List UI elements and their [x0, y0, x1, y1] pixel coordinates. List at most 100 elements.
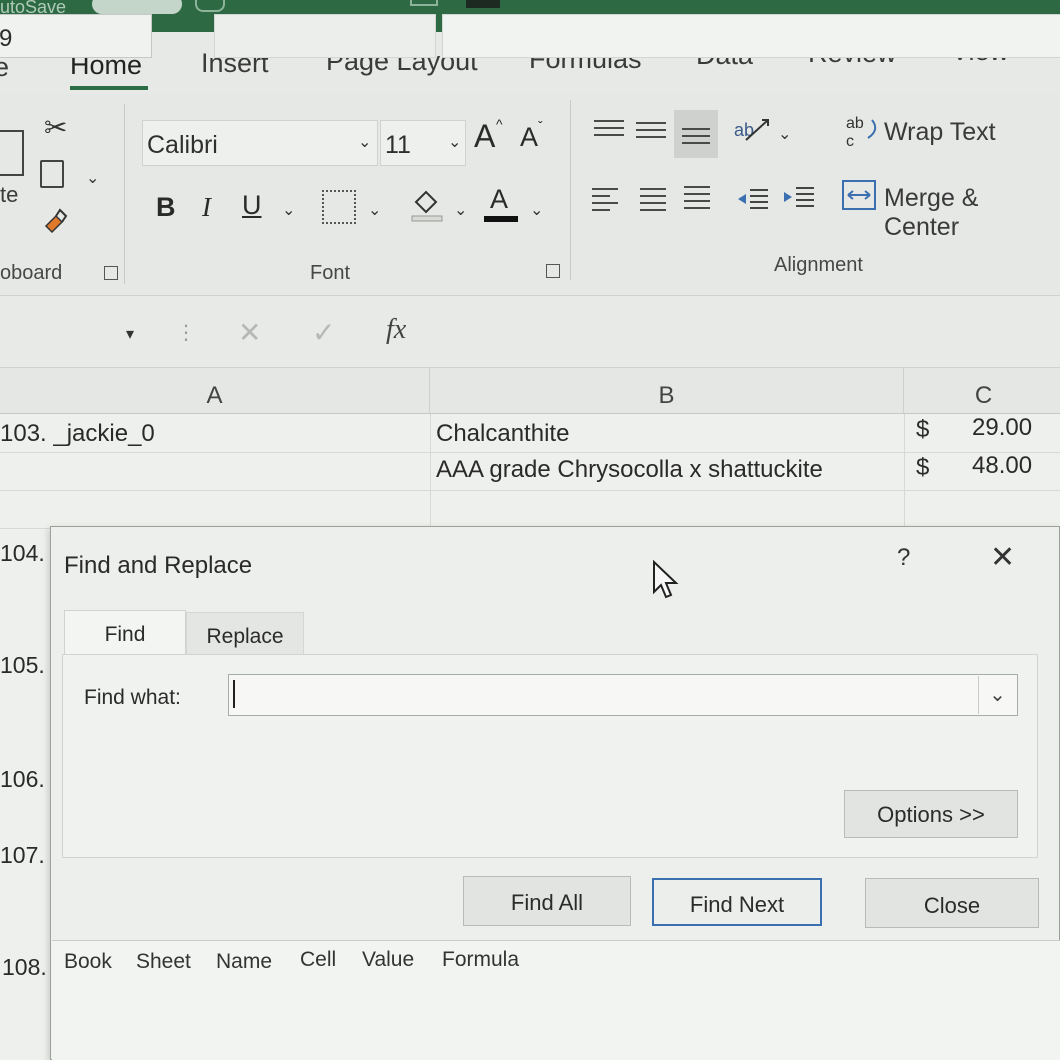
name-box-chevron-down-icon[interactable]: ▾	[126, 324, 134, 344]
column-header-b[interactable]: B	[430, 368, 904, 414]
middle-align-icon[interactable]	[636, 122, 666, 143]
row-label: 104.	[0, 540, 45, 566]
svg-text:ab: ab	[846, 115, 864, 132]
cell-b1[interactable]: Chalcanthite	[436, 420, 569, 448]
font-size-chevron-down-icon[interactable]: ⌄	[448, 132, 461, 152]
active-tab-indicator	[70, 86, 148, 90]
paste-label: te	[0, 182, 19, 207]
mouse-pointer-icon	[652, 559, 680, 605]
italic-button[interactable]: I	[202, 192, 211, 223]
ribbon-separator	[124, 104, 125, 284]
confirm-entry-icon[interactable]: ✓	[312, 316, 335, 349]
tab-replace[interactable]: Replace	[186, 612, 304, 656]
cell-c1-currency: $	[916, 416, 930, 443]
find-all-button[interactable]: Find All	[463, 876, 631, 926]
grow-font-icon[interactable]: A	[474, 118, 495, 155]
fill-color-chevron-down-icon[interactable]: ⌄	[454, 200, 467, 220]
copy-icon[interactable]	[40, 160, 64, 188]
name-box[interactable]: 9	[0, 14, 152, 58]
find-what-chevron-down-icon[interactable]: ⌄	[978, 676, 1016, 714]
decrease-indent-icon[interactable]	[736, 184, 770, 214]
find-what-label: Find what:	[84, 686, 181, 709]
shrink-font-caret-icon: ˇ	[538, 118, 543, 134]
svg-text:ab: ab	[734, 120, 754, 140]
fill-color-icon[interactable]	[410, 186, 444, 222]
column-header-c[interactable]: C	[904, 368, 1060, 414]
column-gridline	[430, 414, 431, 534]
font-group-label: Font	[310, 262, 351, 284]
results-column-value[interactable]: Value	[362, 948, 414, 972]
results-column-book[interactable]: Book	[64, 950, 112, 974]
row-label: 105.	[0, 652, 45, 678]
cancel-entry-icon[interactable]: ✕	[238, 316, 261, 349]
column-header-a[interactable]: A	[0, 368, 430, 414]
cell-c1[interactable]: 29.00	[972, 414, 1032, 442]
wrap-text-button[interactable]: Wrap Text	[884, 118, 996, 147]
shrink-font-icon[interactable]: A	[520, 122, 538, 153]
bold-button[interactable]: B	[156, 192, 176, 223]
cell-c2[interactable]: 48.00	[972, 452, 1032, 480]
insert-function-icon[interactable]: fx	[386, 314, 406, 346]
font-color-chevron-down-icon[interactable]: ⌄	[530, 200, 543, 220]
row-gridline	[0, 490, 1060, 491]
font-color-swatch	[484, 216, 518, 222]
results-column-name[interactable]: Name	[216, 950, 272, 974]
font-name-chevron-down-icon[interactable]: ⌄	[358, 132, 371, 152]
alignment-group-label: Alignment	[774, 254, 863, 276]
autosave-label: utoSave	[0, 0, 67, 17]
top-align-icon[interactable]	[594, 120, 624, 141]
name-box-value: 9	[0, 25, 13, 52]
formula-bar	[0, 296, 1060, 368]
orientation-chevron-down-icon[interactable]: ⌄	[778, 124, 791, 144]
close-button[interactable]: Close	[865, 878, 1039, 928]
cell-c2-currency: $	[916, 454, 930, 481]
close-icon[interactable]: ✕	[990, 540, 1015, 575]
cell-a1[interactable]: 103. _jackie_0	[0, 420, 155, 448]
clipboard-group-label: oboard	[0, 262, 63, 284]
results-column-formula[interactable]: Formula	[442, 948, 519, 972]
bottom-align-button[interactable]	[674, 110, 718, 158]
merge-center-icon[interactable]	[842, 180, 876, 210]
increase-indent-icon[interactable]	[782, 182, 816, 212]
results-list[interactable]	[52, 940, 1060, 1060]
underline-button[interactable]: U	[242, 190, 262, 221]
merge-center-button[interactable]: Merge & Center	[884, 184, 1060, 242]
quick-access-icon[interactable]	[410, 0, 438, 6]
row-label: 107.	[0, 842, 45, 868]
font-launcher-icon[interactable]	[546, 264, 560, 278]
font-color-icon[interactable]: A	[490, 184, 508, 215]
align-center-icon[interactable]	[640, 188, 666, 216]
row-gridline	[0, 452, 1060, 453]
tab-find[interactable]: Find	[64, 610, 186, 654]
find-next-button[interactable]: Find Next	[652, 878, 822, 926]
results-column-sheet[interactable]: Sheet	[136, 950, 191, 974]
grow-font-caret-icon: ^	[496, 116, 503, 132]
clipboard-launcher-icon[interactable]	[104, 266, 118, 280]
save-icon[interactable]	[195, 0, 225, 12]
copy-dropdown-chevron-icon[interactable]: ⌄	[86, 168, 99, 188]
cell-b2[interactable]: AAA grade Chrysocolla x shattuckite	[436, 456, 823, 484]
format-painter-icon[interactable]	[42, 208, 68, 236]
help-button[interactable]: ?	[897, 544, 910, 572]
ribbon-separator	[570, 100, 571, 280]
borders-chevron-down-icon[interactable]: ⌄	[368, 200, 381, 220]
underline-chevron-down-icon[interactable]: ⌄	[282, 200, 295, 220]
text-caret	[233, 680, 235, 708]
formula-bar-grip-icon: ⋮	[176, 322, 196, 344]
svg-text:c: c	[846, 133, 854, 148]
cut-icon[interactable]: ✂	[44, 114, 67, 142]
results-column-cell[interactable]: Cell	[300, 948, 336, 972]
column-gridline	[904, 414, 905, 534]
wrap-text-icon[interactable]: ab c	[846, 112, 880, 150]
options-button[interactable]: Options >>	[844, 790, 1018, 838]
borders-icon[interactable]	[322, 190, 356, 224]
dialog-title: Find and Replace	[64, 552, 253, 579]
align-left-icon[interactable]	[592, 188, 618, 216]
formula-input[interactable]	[442, 14, 1060, 58]
paste-icon[interactable]	[0, 130, 24, 176]
font-name-box[interactable]: Calibri	[142, 120, 378, 166]
orientation-icon[interactable]: ab	[734, 114, 774, 144]
find-what-input[interactable]	[228, 674, 1018, 716]
autosave-toggle[interactable]	[92, 0, 182, 14]
align-right-icon[interactable]	[684, 186, 710, 214]
